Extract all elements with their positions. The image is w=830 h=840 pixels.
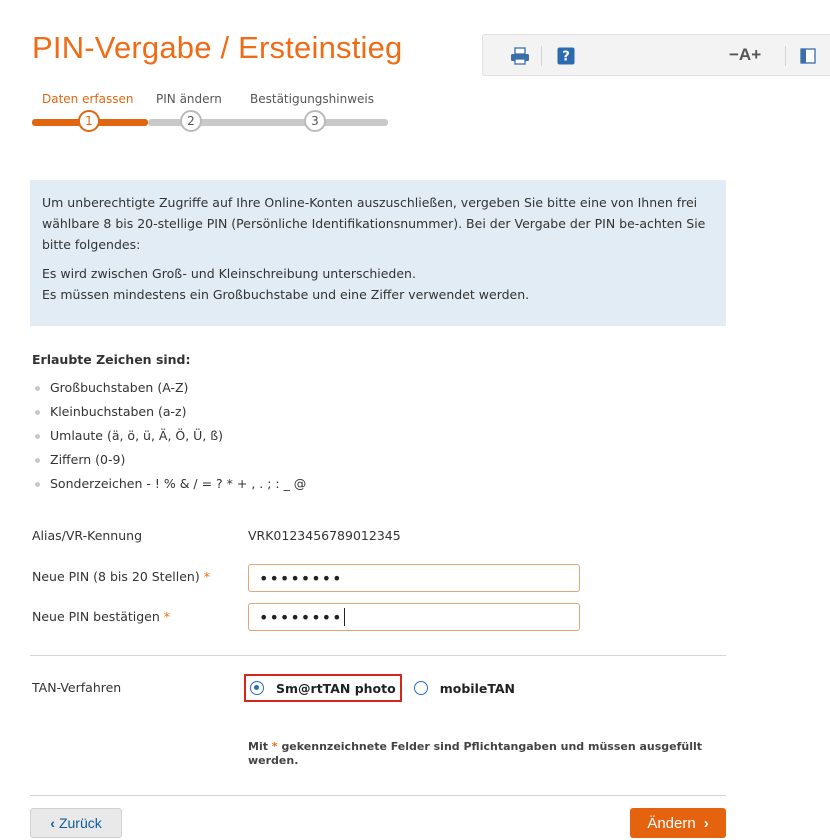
- radio-label: mobileTAN: [439, 680, 516, 696]
- text-caret: [343, 608, 345, 626]
- step-label-3: Bestätigungshinweis: [250, 92, 374, 106]
- back-button[interactable]: ‹ Zurück: [30, 808, 122, 838]
- confirm-pin-label: Neue PIN bestätigen *: [32, 609, 170, 624]
- confirm-pin-field[interactable]: ••••••••: [248, 603, 580, 631]
- new-pin-field[interactable]: ••••••••: [248, 564, 580, 592]
- tan-label: TAN-Verfahren: [32, 680, 122, 695]
- list-item: Sonderzeichen - ! % & / = ? * + , . ; : …: [34, 472, 306, 496]
- info-line: Es müssen mindestens ein Großbuchstabe u…: [42, 287, 530, 302]
- alias-label: Alias/VR-Kennung: [32, 528, 143, 543]
- divider: [30, 795, 726, 796]
- confirm-pin-label-text: Neue PIN bestätigen: [32, 609, 160, 624]
- required-marker: *: [203, 569, 210, 584]
- tan-radio-group: Sm@rtTAN photo mobileTAN: [244, 674, 519, 702]
- radio-smartan-photo[interactable]: Sm@rtTAN photo: [244, 674, 402, 702]
- divider: [30, 655, 726, 656]
- new-pin-label-text: Neue PIN (8 bis 20 Stellen): [32, 569, 200, 584]
- page-title: PIN-Vergabe / Ersteinstieg: [32, 30, 403, 65]
- radio-label: Sm@rtTAN photo: [276, 680, 396, 696]
- submit-button[interactable]: Ändern ›: [630, 808, 726, 838]
- new-pin-value: ••••••••: [259, 568, 343, 588]
- allowed-chars-list: Großbuchstaben (A-Z) Kleinbuchstaben (a-…: [34, 376, 306, 496]
- step-circle-1: 1: [78, 110, 100, 132]
- list-item: Ziffern (0-9): [34, 448, 306, 472]
- allowed-chars-title: Erlaubte Zeichen sind:: [32, 352, 191, 367]
- confirm-pin-value: ••••••••: [259, 607, 343, 627]
- required-note: Mit * gekennzeichnete Felder sind Pflich…: [248, 740, 718, 768]
- step-label-2: PIN ändern: [156, 92, 222, 106]
- note-text: gekennzeichnete Felder sind Pflichtangab…: [248, 740, 703, 767]
- alias-value: VRK0123456789012345: [248, 528, 401, 543]
- radio-checked-icon: [250, 681, 264, 695]
- step-label-1: Daten erfassen: [42, 92, 134, 106]
- radio-unchecked-icon: [413, 681, 428, 695]
- new-pin-label: Neue PIN (8 bis 20 Stellen) *: [32, 569, 210, 584]
- step-circle-2: 2: [180, 110, 202, 132]
- layout-icon[interactable]: [797, 45, 819, 67]
- required-marker: *: [271, 740, 278, 753]
- toolbar-separator: [785, 46, 786, 66]
- list-item: Großbuchstaben (A-Z): [34, 376, 306, 400]
- help-icon[interactable]: ?: [555, 45, 577, 67]
- submit-button-label: Ändern: [647, 814, 696, 832]
- back-button-label: Zurück: [58, 815, 102, 831]
- list-item: Umlaute (ä, ö, ü, Ä, Ö, Ü, ß): [34, 424, 306, 448]
- toolbar: ? −A+: [482, 34, 830, 76]
- radio-mobiletan[interactable]: mobileTAN: [410, 674, 519, 702]
- font-size-control[interactable]: −A+: [729, 45, 761, 65]
- info-line: Es wird zwischen Groß- und Kleinschreibu…: [42, 266, 416, 281]
- print-icon[interactable]: [509, 45, 531, 67]
- svg-text:?: ?: [562, 50, 570, 65]
- chevron-left-icon: ‹: [50, 815, 55, 831]
- required-marker: *: [163, 609, 171, 624]
- info-box: Um unberechtigte Zugriffe auf Ihre Onlin…: [30, 180, 726, 326]
- step-circle-3: 3: [304, 110, 326, 132]
- note-prefix: Mit: [248, 740, 268, 753]
- toolbar-separator: [541, 46, 542, 66]
- list-item: Kleinbuchstaben (a-z): [34, 400, 306, 424]
- chevron-right-icon: ›: [703, 814, 709, 832]
- info-paragraph: Um unberechtigte Zugriffe auf Ihre Onlin…: [42, 195, 706, 252]
